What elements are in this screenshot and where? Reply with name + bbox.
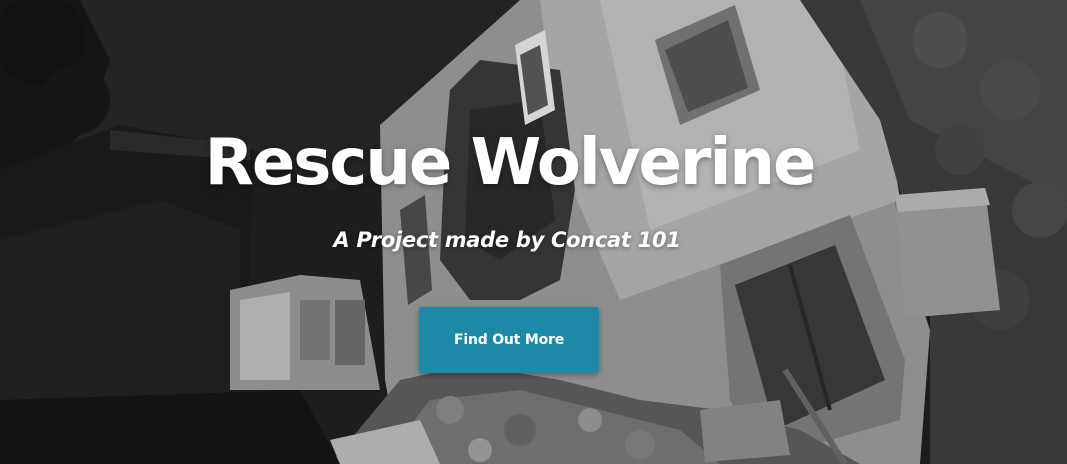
hero-title: Rescue Wolverine	[204, 126, 817, 200]
find-out-more-button[interactable]: Find Out More	[419, 307, 599, 373]
hero-subtitle: A Project made by Concat 101	[333, 228, 681, 252]
hero-content: Rescue Wolverine A Project made by Conca…	[0, 0, 1067, 464]
hero-section: Rescue Wolverine A Project made by Conca…	[0, 0, 1067, 464]
